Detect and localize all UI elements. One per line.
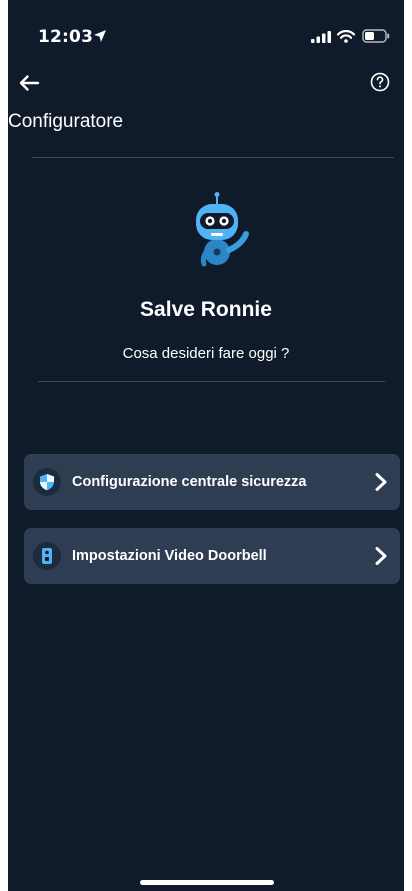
security-panel-config-button[interactable]: Configurazione centrale sicurezza [24, 454, 400, 510]
help-circle-icon [370, 72, 390, 92]
menu-item-label: Configurazione centrale sicurezza [72, 474, 307, 490]
greeting-subtitle: Cosa desideri fare oggi ? [122, 345, 290, 362]
header-divider [32, 157, 394, 158]
location-arrow-icon [94, 30, 106, 42]
menu-item-label: Impostazioni Video Doorbell [72, 548, 267, 564]
menu-item-icon-wrapper [33, 468, 61, 496]
home-indicator[interactable] [140, 880, 274, 885]
greeting-title: Salve Ronnie [140, 298, 272, 321]
status-time: 12:03 [38, 27, 94, 47]
wifi-icon [337, 30, 355, 43]
doorbell-icon [42, 548, 52, 564]
back-button[interactable] [14, 68, 44, 98]
menu-item-icon-wrapper [33, 542, 61, 570]
help-button[interactable] [368, 70, 392, 94]
status-bar: 12:03 [8, 0, 404, 60]
video-doorbell-settings-button[interactable]: Impostazioni Video Doorbell [24, 528, 400, 584]
chevron-right-icon [375, 547, 387, 565]
battery-icon [362, 29, 390, 43]
app-screen: 12:03 Configuratore Salve Ronnie Cosa de… [8, 0, 404, 891]
page-title: Configuratore [8, 111, 124, 132]
shield-icon [40, 474, 54, 491]
content-divider [38, 381, 385, 382]
robot-mascot-icon [196, 192, 249, 267]
chevron-right-icon [375, 473, 387, 491]
arrow-left-icon [19, 75, 40, 91]
cellular-signal-icon [311, 31, 331, 43]
